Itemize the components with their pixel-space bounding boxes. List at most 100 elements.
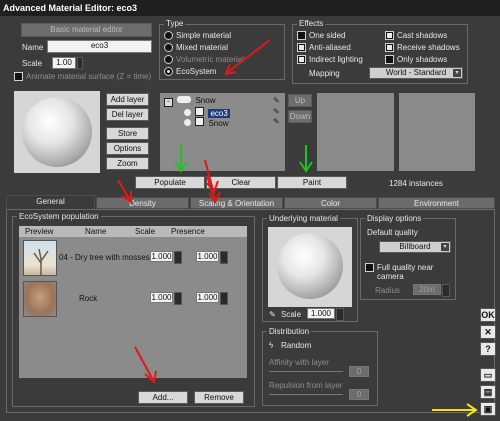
display-options-title: Display options — [365, 214, 424, 223]
remove-button[interactable]: Remove — [194, 391, 244, 404]
full-quality-row[interactable]: Full quality near camera — [365, 263, 447, 281]
simple-radio[interactable] — [164, 31, 173, 41]
animate-surface-row[interactable]: Animate material surface (Z = time) — [14, 72, 151, 82]
table-row[interactable]: Rock 1.000 1.000 — [19, 280, 247, 318]
move-up-button[interactable]: Up — [288, 94, 312, 107]
one-sided-label: One sided — [309, 31, 346, 40]
volumetric-radio[interactable] — [164, 55, 173, 65]
population-list[interactable]: Preview Name Scale Presence 04 - Dry tre… — [19, 226, 247, 378]
clear-button[interactable]: Clear — [206, 176, 276, 189]
row-scale-spinner[interactable] — [174, 251, 182, 264]
name-field[interactable]: eco3 — [47, 40, 152, 53]
collapse-icon[interactable]: − — [164, 98, 173, 107]
row-scale[interactable]: 1.000 — [150, 251, 173, 262]
underlying-preview[interactable] — [268, 227, 352, 307]
store-button[interactable]: Store — [106, 127, 149, 140]
cast-shadows-label: Cast shadows — [397, 31, 448, 40]
row-scale-spinner[interactable] — [174, 292, 182, 305]
radius-field[interactable]: 20m — [413, 284, 441, 295]
repulsion-slider[interactable] — [269, 394, 343, 395]
volumetric-label: Volumetric material — [176, 55, 245, 64]
affinity-field[interactable]: 0 — [349, 366, 369, 377]
material-icon — [177, 96, 192, 103]
tab-color[interactable]: Color — [284, 197, 377, 209]
basic-material-editor-button[interactable]: Basic material editor — [21, 23, 152, 37]
row-scale[interactable]: 1.000 — [150, 292, 173, 303]
tab-environment[interactable]: Environment — [378, 197, 495, 209]
edit-icon[interactable]: ✎ — [273, 107, 280, 116]
material-preview — [14, 91, 100, 173]
anti-aliased-row[interactable]: Anti-aliased — [297, 43, 351, 53]
del-layer-button[interactable]: Del layer — [106, 108, 149, 121]
scale-spinner[interactable] — [77, 57, 83, 69]
table-row[interactable]: 04 - Dry tree with mosses 1.000 1.000 — [19, 239, 247, 277]
row-presence-spinner[interactable] — [220, 251, 228, 264]
edit-icon[interactable]: ✎ — [273, 96, 280, 105]
scale-field[interactable]: 1.00 — [52, 57, 76, 69]
only-shadows-label: Only shadows — [397, 55, 448, 64]
underlying-sphere — [277, 233, 343, 299]
distribution-mode[interactable]: Random — [281, 341, 311, 350]
only-shadows-row[interactable]: Only shadows — [385, 55, 448, 65]
repulsion-field[interactable]: 0 — [349, 389, 369, 400]
layer-item-root[interactable]: − Snow — [164, 96, 215, 107]
row-presence-spinner[interactable] — [220, 292, 228, 305]
type-option-ecosystem[interactable]: EcoSystem — [164, 67, 217, 77]
tree-icon — [33, 248, 49, 275]
mapping-value: World - Standard — [385, 68, 447, 77]
one-sided-checkbox[interactable] — [297, 31, 306, 41]
layer-tree[interactable]: − Snow eco3 Snow ✎ ✎ ✎ — [160, 93, 285, 171]
indirect-lighting-row[interactable]: Indirect lighting — [297, 55, 363, 65]
one-sided-row[interactable]: One sided — [297, 31, 346, 41]
population-group-title: EcoSystem population — [17, 212, 101, 221]
row-presence[interactable]: 1.000 — [196, 292, 219, 303]
quality-dropdown[interactable]: Billboard ▾ — [379, 241, 451, 253]
populate-button[interactable]: Populate — [135, 176, 205, 189]
new-document-button[interactable]: ▭ — [480, 368, 496, 382]
zoom-button[interactable]: Zoom — [106, 157, 149, 170]
mapping-dropdown[interactable]: World - Standard ▾ — [369, 67, 463, 79]
material-icon — [195, 117, 205, 126]
indirect-lighting-checkbox[interactable] — [297, 55, 306, 65]
open-folder-button[interactable]: ▤ — [480, 385, 496, 399]
options-button[interactable]: Options — [106, 142, 149, 155]
type-option-simple[interactable]: Simple material — [164, 31, 231, 41]
add-button[interactable]: Add... — [138, 391, 188, 404]
add-layer-button[interactable]: Add layer — [106, 93, 149, 106]
receive-shadows-row[interactable]: Receive shadows — [385, 43, 460, 53]
window-title: Advanced Material Editor: eco3 — [0, 0, 500, 16]
receive-shadows-checkbox[interactable] — [385, 43, 394, 53]
animate-surface-checkbox[interactable] — [14, 72, 23, 82]
save-icon: ▣ — [483, 404, 493, 414]
layer-item-snow[interactable]: Snow — [184, 117, 228, 128]
type-option-mixed[interactable]: Mixed material — [164, 43, 229, 53]
ecosystem-radio[interactable] — [164, 67, 173, 77]
paint-button[interactable]: Paint — [277, 176, 347, 189]
type-option-volumetric[interactable]: Volumetric material — [164, 55, 245, 65]
anti-aliased-checkbox[interactable] — [297, 43, 306, 53]
mapping-label: Mapping — [309, 69, 340, 78]
ok-button[interactable]: OK — [480, 308, 496, 322]
underlying-scale-field[interactable]: 1.000 — [307, 308, 335, 319]
affinity-slider[interactable] — [269, 371, 343, 372]
only-shadows-checkbox[interactable] — [385, 55, 394, 65]
tab-scaling-orientation[interactable]: Scaling & Orientation — [190, 197, 283, 209]
tab-density[interactable]: Density — [96, 197, 189, 209]
radius-spinner[interactable] — [442, 284, 450, 297]
move-down-button[interactable]: Down — [288, 110, 312, 123]
tab-general[interactable]: General — [6, 195, 95, 209]
mixed-radio[interactable] — [164, 43, 173, 53]
mixed-label: Mixed material — [176, 43, 229, 52]
chevron-down-icon: ▾ — [441, 243, 449, 251]
cast-shadows-row[interactable]: Cast shadows — [385, 31, 448, 41]
edit-icon[interactable]: ✎ — [273, 117, 280, 126]
save-button[interactable]: ▣ — [480, 402, 496, 416]
preview-sphere — [22, 97, 92, 167]
full-quality-checkbox[interactable] — [365, 263, 374, 273]
underlying-scale-spinner[interactable] — [336, 308, 344, 321]
help-button[interactable]: ? — [480, 342, 496, 356]
cancel-button[interactable]: ✕ — [480, 325, 496, 339]
row-presence[interactable]: 1.000 — [196, 251, 219, 262]
cast-shadows-checkbox[interactable] — [385, 31, 394, 41]
ecosystem-label: EcoSystem — [176, 67, 217, 76]
